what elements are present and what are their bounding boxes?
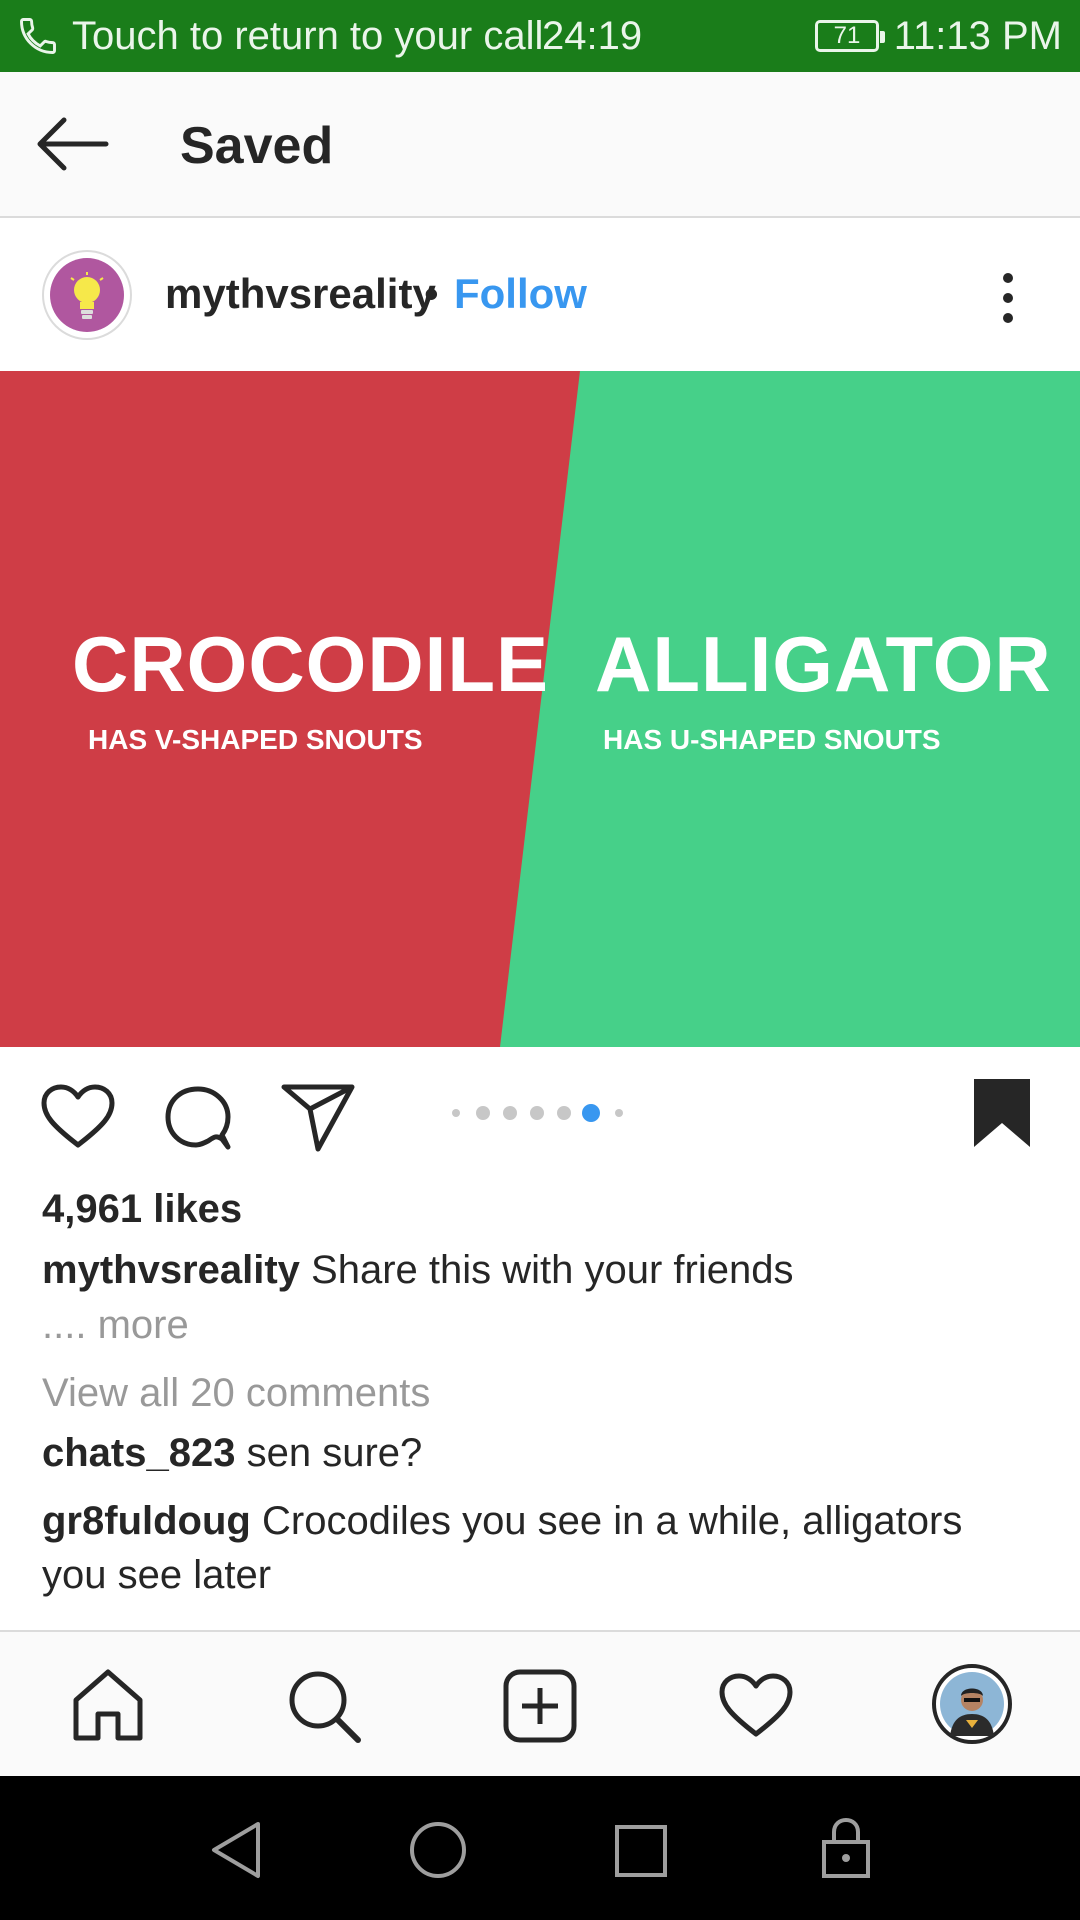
back-arrow-icon[interactable] bbox=[34, 116, 110, 172]
new-post-icon[interactable] bbox=[502, 1668, 578, 1744]
carousel-dot bbox=[476, 1106, 490, 1120]
post-username[interactable]: mythvsreality bbox=[165, 268, 436, 320]
view-all-comments-link[interactable]: View all 20 comments bbox=[42, 1368, 430, 1418]
status-bar[interactable]: Touch to return to your call 24:19 71 11… bbox=[0, 0, 1080, 72]
page-title: Saved bbox=[180, 117, 334, 175]
post-image[interactable]: CROCODILE HAS V-SHAPED SNOUTS ALLIGATOR … bbox=[0, 371, 1080, 1047]
comment-row: gr8fuldoug Crocodiles you see in a while… bbox=[42, 1496, 962, 1546]
system-home-icon[interactable] bbox=[408, 1820, 468, 1880]
carousel-dot-active bbox=[582, 1104, 600, 1122]
carousel-dot bbox=[503, 1106, 517, 1120]
carousel-dot bbox=[452, 1109, 460, 1117]
avatar[interactable] bbox=[42, 250, 132, 340]
system-back-icon[interactable] bbox=[208, 1820, 264, 1880]
avatar-image bbox=[50, 258, 124, 332]
lock-icon[interactable] bbox=[820, 1816, 872, 1880]
more-options-icon[interactable] bbox=[990, 268, 1026, 328]
follow-button[interactable]: Follow bbox=[454, 268, 587, 320]
share-send-icon[interactable] bbox=[280, 1083, 356, 1153]
carousel-dot bbox=[615, 1109, 623, 1117]
caption: mythvsreality Share this with your frien… bbox=[42, 1245, 794, 1295]
alligator-subtitle: HAS U-SHAPED SNOUTS bbox=[603, 724, 941, 755]
image-background bbox=[0, 371, 580, 1047]
post-header: mythvsreality • Follow bbox=[0, 220, 1080, 370]
comment-text-continued: you see later bbox=[42, 1553, 272, 1597]
call-timer: 24:19 bbox=[542, 14, 643, 58]
caption-username[interactable]: mythvsreality bbox=[42, 1248, 300, 1292]
like-heart-icon[interactable] bbox=[40, 1083, 116, 1149]
app-header: Saved bbox=[0, 72, 1080, 218]
lightbulb-icon bbox=[70, 272, 104, 319]
crocodile-title: CROCODILE bbox=[72, 620, 549, 708]
search-icon[interactable] bbox=[286, 1668, 362, 1744]
phone-icon bbox=[20, 18, 56, 54]
comment-text: sen sure? bbox=[246, 1431, 423, 1475]
bottom-navigation bbox=[0, 1630, 1080, 1776]
return-to-call-text[interactable]: Touch to return to your call bbox=[72, 12, 543, 60]
crocodile-subtitle: HAS V-SHAPED SNOUTS bbox=[88, 724, 423, 755]
clock: 11:13 PM bbox=[893, 14, 1062, 58]
caption-text: Share this with your friends bbox=[311, 1248, 794, 1292]
home-icon[interactable] bbox=[70, 1668, 146, 1742]
comment-icon[interactable] bbox=[162, 1081, 234, 1153]
separator-dot: • bbox=[424, 270, 439, 317]
carousel-dot bbox=[530, 1106, 544, 1120]
alligator-title: ALLIGATOR bbox=[595, 620, 1052, 708]
profile-avatar[interactable] bbox=[932, 1664, 1012, 1744]
comment-username[interactable]: gr8fuldoug bbox=[42, 1499, 251, 1543]
activity-heart-icon[interactable] bbox=[718, 1672, 794, 1738]
system-navigation-bar bbox=[0, 1776, 1080, 1920]
saved-bookmark-icon[interactable] bbox=[972, 1077, 1032, 1149]
system-recents-icon[interactable] bbox=[614, 1824, 668, 1878]
caption-more-link[interactable]: .... more bbox=[42, 1300, 189, 1350]
carousel-dot bbox=[557, 1106, 571, 1120]
likes-count[interactable]: 4,961 likes bbox=[42, 1184, 242, 1234]
comment-row: chats_823 sen sure? bbox=[42, 1428, 422, 1478]
comment-text: Crocodiles you see in a while, alligator… bbox=[261, 1499, 963, 1543]
comment-username[interactable]: chats_823 bbox=[42, 1431, 235, 1475]
battery-icon: 71 bbox=[815, 20, 885, 52]
profile-photo bbox=[940, 1672, 1004, 1736]
